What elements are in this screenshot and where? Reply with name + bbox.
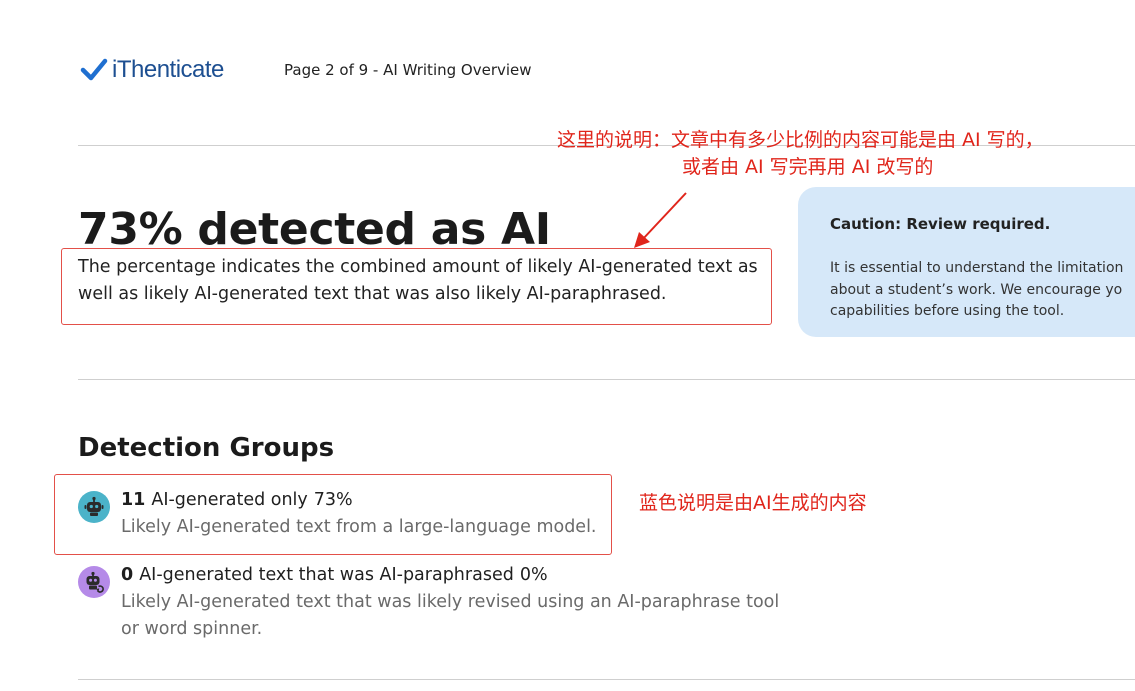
divider [78,379,1135,380]
caution-title: Caution: Review required. [830,215,1051,233]
detection-groups-title: Detection Groups [78,433,335,463]
page-indicator: Page 2 of 9 - AI Writing Overview [284,61,532,79]
group-label: AI-generated only [151,490,308,510]
group-description: Likely AI-generated text that was likely… [121,592,780,639]
group-label: AI-generated text that was AI-paraphrase… [139,565,514,585]
group-description: Likely AI-generated text from a large-la… [121,517,597,537]
group-header: 0 AI-generated text that was AI-paraphras… [121,565,548,585]
robot-paraphrase-icon [78,566,110,598]
group-count: 0 [121,565,134,585]
group-percent: 73% [313,490,353,510]
logo-text: iThenticate [112,56,224,83]
annotation-top-line2: 或者由 AI 写完再用 AI 改写的 [682,156,934,178]
divider [78,679,1135,680]
annotation-groups-note: 蓝色说明是由AI生成的内容 [639,492,867,514]
percentage-description: The percentage indicates the combined am… [78,257,758,304]
caution-body-line2: about a student’s work. We encourage yo [830,281,1123,298]
caution-body-line3: capabilities before using the tool. [830,303,1065,319]
checkmark-icon [80,58,108,81]
group-header: 11 AI-generated only 73% [121,490,353,510]
group-percent: 0% [519,565,548,585]
caution-body-line1: It is essential to understand the limita… [830,260,1124,276]
group-count: 11 [121,490,146,510]
ithenticate-logo: iThenticate [80,56,224,84]
caution-body: It is essential to understand the limita… [830,258,1135,323]
annotation-arrow [634,192,687,248]
annotation-top-line1: 这里的说明：文章中有多少比例的内容可能是由 AI 写的， [557,129,1044,151]
robot-icon [78,491,110,523]
caution-panel: Caution: Review required. It is essentia… [798,187,1135,337]
